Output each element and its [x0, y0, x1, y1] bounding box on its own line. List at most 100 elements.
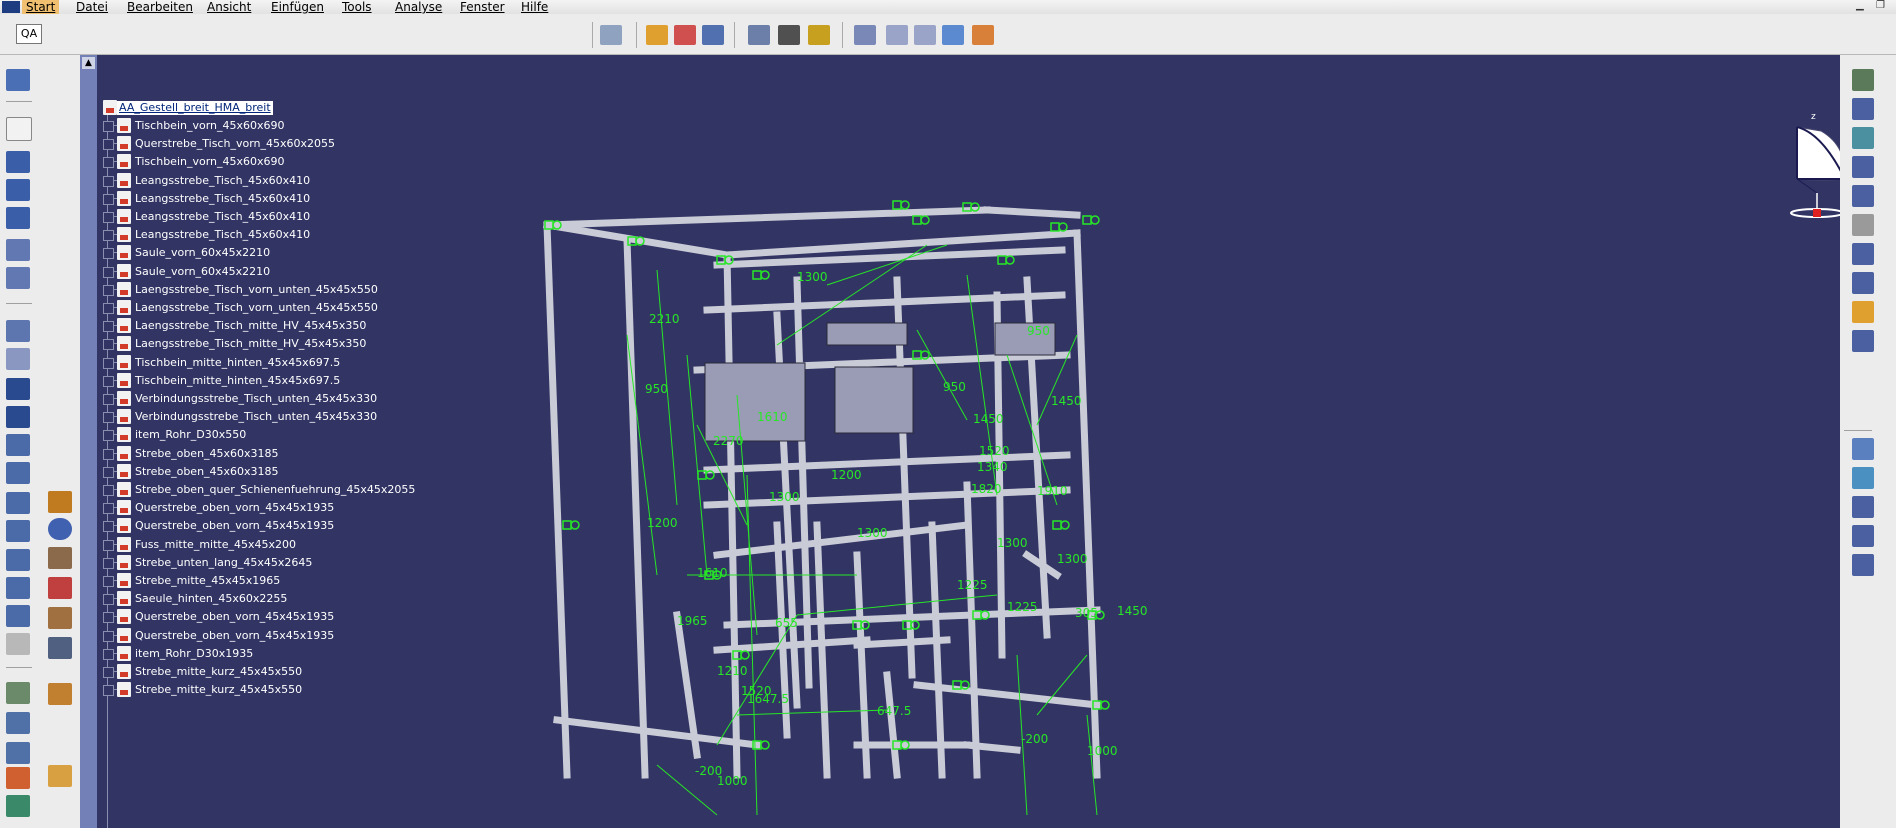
dimension-label[interactable]: 655: [775, 616, 798, 630]
insert-part-icon[interactable]: [1852, 467, 1874, 489]
restore-icon[interactable]: ❐: [1876, 0, 1885, 12]
constraint-handle[interactable]: [997, 255, 1007, 265]
constraint-handle[interactable]: [760, 740, 770, 750]
tree-node-label[interactable]: Laengsstrebe_Tisch_mitte_HV_45x45x350: [135, 337, 366, 351]
constraint-handle[interactable]: [740, 650, 750, 660]
bill-of-material-icon[interactable]: [972, 25, 994, 45]
expand-icon[interactable]: [103, 321, 114, 333]
constraint-handle[interactable]: [900, 200, 910, 210]
frame-beam[interactable]: [963, 741, 1021, 754]
measure-item-icon[interactable]: [778, 25, 800, 45]
save-all-icon[interactable]: [6, 207, 30, 229]
dimension-label[interactable]: 1910: [1037, 484, 1068, 498]
tree-node-label[interactable]: Saeule_hinten_45x60x2255: [135, 592, 287, 606]
expand-icon[interactable]: [103, 521, 114, 533]
expand-icon[interactable]: [103, 485, 114, 496]
expand-icon[interactable]: [103, 667, 114, 678]
tree-node-label[interactable]: Strebe_unten_lang_45x45x2645: [135, 556, 312, 570]
undo-icon[interactable]: [6, 239, 30, 261]
expand-icon[interactable]: [103, 266, 114, 278]
enclosure-box[interactable]: [826, 322, 908, 346]
frame-beam[interactable]: [703, 486, 1071, 509]
frame-beam[interactable]: [723, 251, 741, 779]
compass-icon[interactable]: z x: [1787, 111, 1840, 221]
tree-node-label[interactable]: Strebe_mitte_kurz_45x45x550: [135, 665, 302, 679]
annotation-icon[interactable]: [854, 25, 876, 45]
tree-node-label[interactable]: Strebe_mitte_kurz_45x45x550: [135, 683, 302, 697]
constraint-handle[interactable]: [912, 215, 922, 225]
frame-beam[interactable]: [703, 291, 1066, 314]
dimension-label[interactable]: 1200: [831, 468, 862, 482]
expand-icon[interactable]: [103, 630, 114, 642]
expand-icon[interactable]: [103, 412, 114, 424]
expand-icon[interactable]: [103, 121, 114, 132]
eraser-icon[interactable]: [6, 633, 30, 655]
expand-icon[interactable]: [103, 466, 114, 478]
tree-node-label[interactable]: Fuss_mitte_mitte_45x45x200: [135, 538, 296, 552]
snap-icon[interactable]: [6, 577, 30, 599]
dimension-label[interactable]: 1610: [757, 410, 788, 424]
save-as-icon[interactable]: [6, 179, 30, 201]
expand-icon[interactable]: [103, 557, 114, 569]
fix-component-icon[interactable]: [1852, 98, 1874, 120]
enclosure-box[interactable]: [834, 366, 914, 434]
fix-together-icon[interactable]: [1852, 243, 1874, 265]
expand-icon[interactable]: [103, 303, 114, 314]
frame-beam[interactable]: [703, 451, 1071, 474]
update-constraints-icon[interactable]: [1852, 330, 1874, 352]
dimension-label[interactable]: 1300: [997, 536, 1028, 550]
menu-analyse[interactable]: Analyse: [395, 0, 442, 14]
frame-beam[interactable]: [983, 206, 1081, 219]
frame-beam[interactable]: [913, 681, 1101, 709]
minimize-icon[interactable]: ▁: [1856, 0, 1864, 12]
constraint-handle[interactable]: [920, 215, 930, 225]
tree-node-label[interactable]: Tischbein_mitte_hinten_45x45x697.5: [135, 374, 340, 388]
dimension-label[interactable]: 1450: [1051, 394, 1082, 408]
expand-icon[interactable]: [103, 375, 114, 387]
open-icon[interactable]: [6, 69, 30, 91]
manipulate-icon[interactable]: [48, 607, 72, 629]
exploded-icon[interactable]: [48, 637, 72, 659]
table-icon[interactable]: [6, 320, 30, 342]
dimension-label[interactable]: 1300: [857, 526, 888, 540]
expand-icon[interactable]: [103, 357, 114, 369]
tree-node-label[interactable]: Verbindungsstrebe_Tisch_unten_45x45x330: [135, 392, 377, 406]
menu-tools[interactable]: Tools: [342, 0, 372, 14]
dimension-label[interactable]: 1450: [973, 412, 1004, 426]
tree-root-label[interactable]: AA_Gestell_breit_HMA_breit: [117, 101, 273, 115]
flex-icon[interactable]: [48, 683, 72, 705]
cache-manage-icon[interactable]: [702, 25, 724, 45]
constraint-handle[interactable]: [1058, 222, 1068, 232]
dimension-label[interactable]: 950: [1027, 324, 1050, 338]
dimension-label[interactable]: 1340: [977, 460, 1008, 474]
angle-icon[interactable]: [1852, 214, 1874, 236]
constraint-handle[interactable]: [1050, 222, 1060, 232]
expand-icon[interactable]: [103, 394, 114, 405]
expand-icon[interactable]: [103, 430, 114, 442]
new-icon[interactable]: [6, 117, 32, 141]
catalog-icon[interactable]: [6, 492, 30, 514]
expand-icon[interactable]: [103, 594, 114, 606]
qa-button[interactable]: QA: [16, 24, 42, 44]
link-icon[interactable]: [6, 520, 30, 542]
tree-node-label[interactable]: Leangsstrebe_Tisch_45x60x410: [135, 228, 310, 242]
existing-component-icon[interactable]: [1852, 496, 1874, 518]
assembly-icon[interactable]: [6, 795, 30, 817]
print-icon[interactable]: [600, 25, 622, 45]
menu-fenster[interactable]: Fenster: [460, 0, 505, 14]
dimension-label[interactable]: 647.5: [877, 704, 911, 718]
tree-node-label[interactable]: Strebe_mitte_45x45x1965: [135, 574, 280, 588]
graph-tree-icon[interactable]: [1852, 554, 1874, 576]
constraint-handle[interactable]: [1082, 215, 1092, 225]
constraint-icon[interactable]: [1852, 69, 1874, 91]
dots-icon[interactable]: [6, 767, 30, 789]
export-icon[interactable]: [6, 267, 30, 289]
reuse-pattern-icon[interactable]: [1852, 301, 1874, 323]
frame-beam[interactable]: [1073, 229, 1101, 779]
text-annotation-icon[interactable]: [886, 25, 908, 45]
tree-node-label[interactable]: Leangsstrebe_Tisch_45x60x410: [135, 192, 310, 206]
measure-icon[interactable]: [6, 682, 30, 704]
contact-icon[interactable]: [1852, 156, 1874, 178]
expand-icon[interactable]: [103, 648, 114, 660]
tree-node-label[interactable]: Verbindungsstrebe_Tisch_unten_45x45x330: [135, 410, 377, 424]
